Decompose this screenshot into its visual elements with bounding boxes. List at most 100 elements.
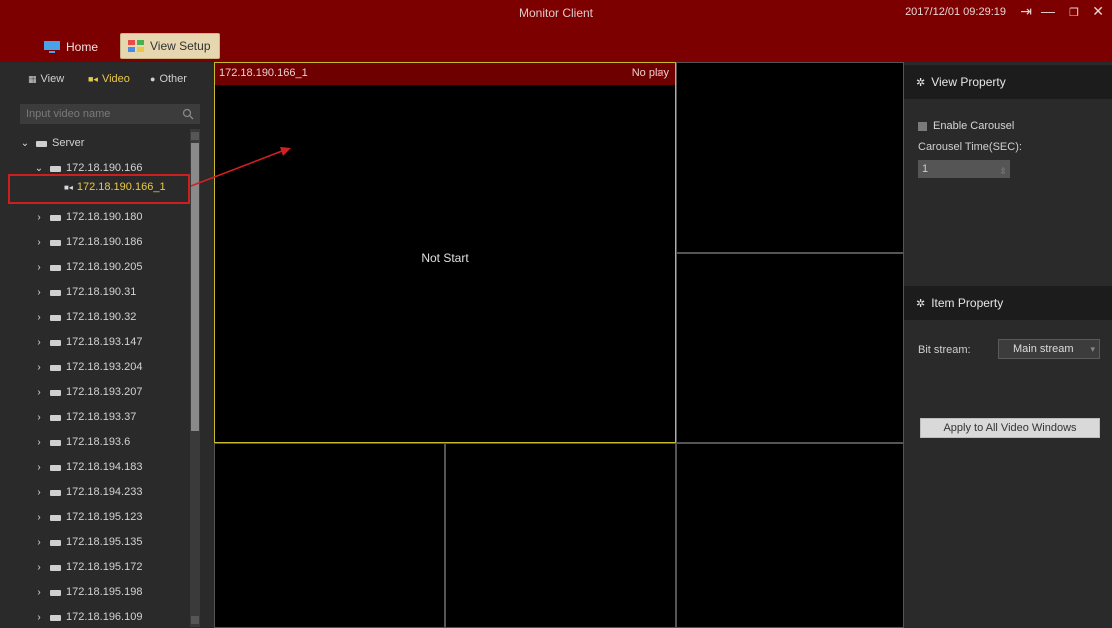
subtab-view[interactable]: ▦ View (28, 73, 64, 85)
video-window[interactable] (676, 443, 904, 628)
clock: 2017/12/01 09:29:19 (905, 6, 1006, 18)
checkbox-box[interactable] (918, 121, 927, 131)
item-property-title: Item Property (931, 296, 1004, 310)
tree-device-label: 172.18.190.31 (66, 286, 137, 298)
video-window[interactable] (214, 443, 445, 628)
tree-device-item[interactable]: › 172.18.193.6 (34, 433, 184, 451)
chevron-right-icon[interactable]: › (34, 337, 44, 348)
chevron-right-icon[interactable]: › (34, 412, 44, 423)
chevron-down-icon[interactable]: ▾ (1090, 340, 1095, 358)
tree-device-item[interactable]: › 172.18.190.180 (34, 208, 184, 226)
search-icon[interactable] (182, 108, 194, 120)
tree-root-server[interactable]: ⌄ Server (20, 134, 210, 152)
device-icon (50, 539, 61, 546)
tree-device-item[interactable]: › 172.18.193.204 (34, 358, 184, 376)
spinner-icon[interactable]: ⇳ (999, 162, 1007, 180)
chevron-right-icon[interactable]: › (34, 312, 44, 323)
device-icon (50, 339, 61, 346)
chevron-down-icon[interactable]: ⌄ (34, 163, 44, 174)
minimize-icon[interactable]: — (1041, 3, 1055, 19)
chevron-right-icon[interactable]: › (34, 562, 44, 573)
gear-icon: ● (150, 74, 156, 84)
tree-device-item[interactable]: › 172.18.190.31 (34, 283, 184, 301)
close-video-icon[interactable]: ✕ (656, 67, 665, 80)
device-icon (50, 514, 61, 521)
tree-device-item[interactable]: › 172.18.193.147 (34, 333, 184, 351)
chevron-right-icon[interactable]: › (34, 537, 44, 548)
tab-home[interactable]: Home (38, 35, 106, 59)
tree-device-item[interactable]: › 172.18.193.37 (34, 408, 184, 426)
video-window[interactable] (676, 62, 904, 253)
restore-icon[interactable]: ❐ (1069, 6, 1079, 19)
device-icon (50, 589, 61, 596)
chevron-right-icon[interactable]: › (34, 387, 44, 398)
chevron-right-icon[interactable]: › (34, 587, 44, 598)
tree-device-item[interactable]: › 172.18.196.109 (34, 608, 184, 626)
chevron-down-icon[interactable]: ⌄ (20, 138, 30, 149)
search-input[interactable] (20, 104, 200, 124)
carousel-time-value: 1 (922, 163, 929, 175)
video-window[interactable] (445, 443, 676, 628)
tree-device-label: 172.18.190.180 (66, 211, 143, 223)
tree-camera-selected[interactable]: ■◂ 172.18.190.166_1 (64, 181, 166, 193)
chevron-right-icon[interactable]: › (34, 437, 44, 448)
chevron-right-icon[interactable]: › (34, 362, 44, 373)
scroll-up-arrow[interactable] (191, 132, 199, 140)
chevron-right-icon[interactable]: › (34, 512, 44, 523)
enable-carousel-checkbox[interactable]: Enable Carousel (918, 120, 1014, 132)
tree-device-label: 172.18.190.166 (66, 162, 143, 174)
tree-device-label: 172.18.195.172 (66, 561, 143, 573)
tree-device-label: 172.18.195.198 (66, 586, 143, 598)
tree-device-item[interactable]: › 172.18.195.172 (34, 558, 184, 576)
chevron-right-icon[interactable]: › (34, 212, 44, 223)
tree-device-label: 172.18.196.109 (66, 611, 143, 623)
tree-device-item[interactable]: › 172.18.193.207 (34, 383, 184, 401)
tree-device-label: 172.18.190.32 (66, 311, 137, 323)
server-icon (36, 140, 47, 147)
video-window-name: 172.18.190.166_1 (219, 67, 308, 79)
chevron-right-icon[interactable]: › (34, 262, 44, 273)
tree-device-item[interactable]: › 172.18.194.183 (34, 458, 184, 476)
apply-all-button[interactable]: Apply to All Video Windows (920, 418, 1100, 438)
device-icon (50, 239, 61, 246)
scroll-thumb[interactable] (191, 143, 199, 431)
chevron-right-icon[interactable]: › (34, 487, 44, 498)
logout-icon[interactable]: ⇥ (1020, 3, 1032, 20)
scrollbar[interactable] (190, 129, 200, 627)
subtab-other[interactable]: ● Other (150, 73, 187, 85)
tree-device-item[interactable]: › 172.18.190.186 (34, 233, 184, 251)
item-property-header: ✲ Item Property (904, 286, 1112, 320)
tree-device-item[interactable]: › 172.18.190.205 (34, 258, 184, 276)
tree-camera-label: 172.18.190.166_1 (76, 181, 166, 193)
device-icon (50, 414, 61, 421)
chevron-right-icon[interactable]: › (34, 237, 44, 248)
camera-icon: ■◂ (64, 182, 73, 192)
subtab-video[interactable]: ■◂ Video (88, 73, 130, 85)
tree-device-item[interactable]: › 172.18.194.233 (34, 483, 184, 501)
carousel-time-stepper[interactable]: 1 ⇳ (918, 160, 1010, 178)
tree-device-label: 172.18.194.233 (66, 486, 143, 498)
chevron-right-icon[interactable]: › (34, 462, 44, 473)
video-window[interactable] (676, 253, 904, 443)
bitstream-select[interactable]: Main stream ▾ (998, 339, 1100, 359)
tree-device-label: 172.18.193.147 (66, 336, 143, 348)
tree-device-label: 172.18.193.204 (66, 361, 143, 373)
chevron-right-icon[interactable]: › (34, 287, 44, 298)
tree-device-item[interactable]: › 172.18.195.123 (34, 508, 184, 526)
subtab-other-label: Other (159, 73, 187, 85)
tree-device-label: 172.18.194.183 (66, 461, 143, 473)
tree-device-item[interactable]: › 172.18.195.135 (34, 533, 184, 551)
grid-small-icon: ▦ (28, 73, 37, 84)
view-property-header: ✲ View Property (904, 65, 1112, 99)
device-icon (50, 564, 61, 571)
tree-device-item[interactable]: › 172.18.195.198 (34, 583, 184, 601)
chevron-right-icon[interactable]: › (34, 612, 44, 623)
video-window-main[interactable]: 172.18.190.166_1 No play ✕ Not Start (214, 62, 676, 443)
close-icon[interactable]: ✕ (1092, 3, 1104, 20)
view-property-title: View Property (931, 75, 1006, 89)
tree-device-item[interactable]: › 172.18.190.32 (34, 308, 184, 326)
tab-view-setup[interactable]: View Setup (120, 33, 220, 59)
scroll-down-arrow[interactable] (191, 616, 199, 624)
tree-root-label: Server (52, 137, 85, 149)
device-icon (50, 314, 61, 321)
